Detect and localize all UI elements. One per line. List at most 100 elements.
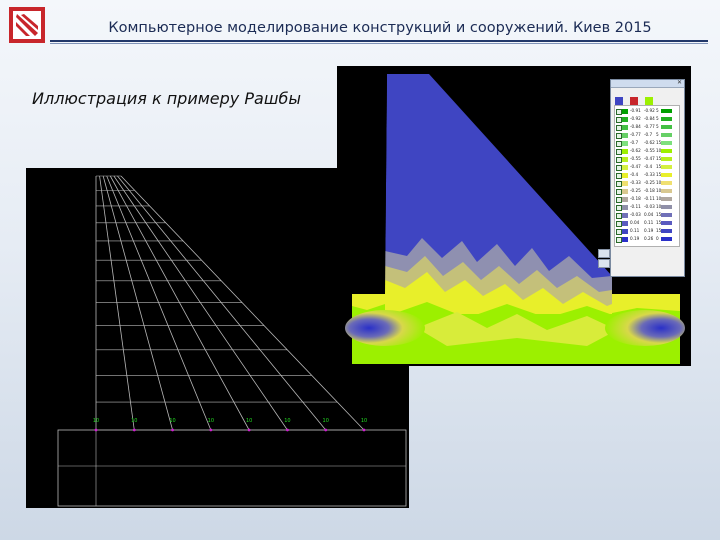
legend-row[interactable]: 0.04 0.11 15	[615, 220, 679, 227]
contour-right-concentration	[605, 310, 685, 346]
legend-row-max: -0.18	[644, 188, 655, 193]
legend-row-bar	[661, 221, 672, 226]
mesh-support-node	[94, 428, 98, 432]
mesh-radial-line	[117, 175, 327, 431]
close-icon[interactable]: ✕	[677, 79, 682, 86]
legend-row-max: -0.47	[644, 156, 655, 161]
mesh-node-label: 10	[246, 418, 252, 424]
legend-row-checkbox[interactable]	[616, 237, 622, 243]
slide-subtitle: Иллюстрация к примеру Рашбы	[32, 89, 301, 108]
mesh-node-label: 10	[131, 418, 137, 424]
legend-row-checkbox[interactable]	[616, 173, 622, 179]
legend-row-swatch	[622, 108, 628, 114]
legend-row-min: 0.19	[630, 236, 640, 241]
legend-row-count: 5	[656, 116, 659, 121]
legend-row[interactable]: -0.62 -0.55 10	[615, 148, 679, 155]
legend-row-max: -0.03	[644, 204, 655, 209]
legend-row-checkbox[interactable]	[616, 149, 622, 155]
legend-window: ✕ -0.91 -0.92 5 -0.92 -0.84 5 -0.84 -0.77 5 -0.77…	[598, 79, 685, 277]
legend-row-checkbox[interactable]	[616, 117, 622, 123]
legend-row[interactable]: -0.92 -0.84 5	[615, 116, 679, 123]
legend-row-count: 5	[656, 124, 659, 129]
legend-row-swatch	[622, 116, 628, 122]
mesh-radial-line	[109, 175, 250, 431]
legend-row-min: -0.84	[630, 124, 641, 129]
legend-row[interactable]: 0.11 0.19 15	[615, 228, 679, 235]
legend-row[interactable]: -0.11 -0.03 10	[615, 204, 679, 211]
legend-row[interactable]: -0.03 0.04 15	[615, 212, 679, 219]
legend-row-max: -0.62	[644, 140, 655, 145]
legend-row-bar	[661, 205, 672, 210]
legend-titlebar[interactable]: ✕	[611, 79, 684, 88]
legend-row-bar	[661, 149, 672, 154]
contour-left-concentration	[345, 310, 425, 346]
mesh-support-node	[247, 428, 251, 432]
legend-row-bar	[661, 125, 672, 130]
legend-row[interactable]: -0.84 -0.77 5	[615, 124, 679, 131]
legend-row-checkbox[interactable]	[616, 141, 622, 147]
legend-row-checkbox[interactable]	[616, 213, 622, 219]
legend-row[interactable]: -0.33 -0.25 10	[615, 180, 679, 187]
legend-row[interactable]: -0.7 -0.62 15	[615, 140, 679, 147]
mesh-node-label: 10	[361, 418, 367, 424]
legend-row[interactable]: -0.25 -0.18 10	[615, 188, 679, 195]
legend-row-max: -0.25	[644, 180, 655, 185]
header-divider	[50, 40, 708, 42]
legend-row-swatch	[622, 132, 628, 138]
refresh-icon[interactable]	[645, 97, 654, 105]
legend-row[interactable]: 0.19 0.26 0	[615, 236, 679, 243]
legend-row-swatch	[622, 124, 628, 130]
legend-row-swatch	[622, 196, 628, 202]
legend-row-checkbox[interactable]	[616, 125, 622, 131]
legend-row-checkbox[interactable]	[616, 165, 622, 171]
mesh-node-label: 10	[93, 418, 99, 424]
legend-row-min: 0.11	[630, 228, 640, 233]
legend-row-min: -0.25	[630, 188, 641, 193]
legend-row-count: 5	[656, 132, 659, 137]
legend-row-max: -0.55	[644, 148, 655, 153]
legend-row-checkbox[interactable]	[616, 197, 622, 203]
legend-row-min: -0.18	[630, 196, 641, 201]
settings-icon[interactable]	[630, 97, 639, 105]
legend-row-min: -0.11	[630, 204, 641, 209]
legend-row[interactable]: -0.77 -0.7 5	[615, 132, 679, 139]
legend-row-checkbox[interactable]	[616, 205, 622, 211]
legend-row-min: -0.77	[630, 132, 641, 137]
legend-row[interactable]: -0.91 -0.92 5	[615, 108, 679, 115]
legend-row[interactable]: -0.18 -0.11 10	[615, 196, 679, 203]
mesh-radial-line	[120, 175, 365, 431]
mesh-support-node	[362, 428, 366, 432]
legend-row[interactable]: -0.55 -0.47 15	[615, 156, 679, 163]
legend-row-max: 0.26	[644, 236, 654, 241]
legend-apply-button[interactable]	[598, 259, 610, 268]
mesh-node-label: 10	[208, 418, 214, 424]
legend-row-checkbox[interactable]	[616, 189, 622, 195]
legend-row-checkbox[interactable]	[616, 157, 622, 163]
header-title: Компьютерное моделирование конструкций и…	[108, 20, 652, 36]
legend-row-checkbox[interactable]	[616, 221, 622, 227]
legend-row[interactable]: -0.47 -0.4 15	[615, 164, 679, 171]
legend-option-button[interactable]	[598, 249, 610, 258]
legend-row-max: -0.4	[644, 164, 653, 169]
mesh-radial-line	[99, 175, 135, 431]
legend-row-checkbox[interactable]	[616, 229, 622, 235]
legend-row-swatch	[622, 236, 628, 242]
legend-row-bar	[661, 181, 672, 186]
legend-row-max: 0.04	[644, 212, 654, 217]
legend-row-bar	[661, 117, 672, 122]
legend-row-checkbox[interactable]	[616, 109, 622, 115]
legend-row-min: -0.91	[630, 108, 641, 113]
legend-row-swatch	[622, 156, 628, 162]
legend-row-checkbox[interactable]	[616, 181, 622, 187]
mesh-radial-line	[102, 175, 173, 431]
palette-icon[interactable]	[615, 97, 623, 105]
legend-row-swatch	[622, 140, 628, 146]
legend-row-max: 0.19	[644, 228, 654, 233]
mesh-node-label: 10	[323, 418, 329, 424]
legend-row-bar	[661, 141, 672, 146]
legend-row-swatch	[622, 228, 628, 234]
legend-row-checkbox[interactable]	[616, 133, 622, 139]
mesh-support-node	[324, 428, 328, 432]
legend-row-max: -0.77	[644, 124, 655, 129]
legend-row[interactable]: -0.4 -0.33 15	[615, 172, 679, 179]
